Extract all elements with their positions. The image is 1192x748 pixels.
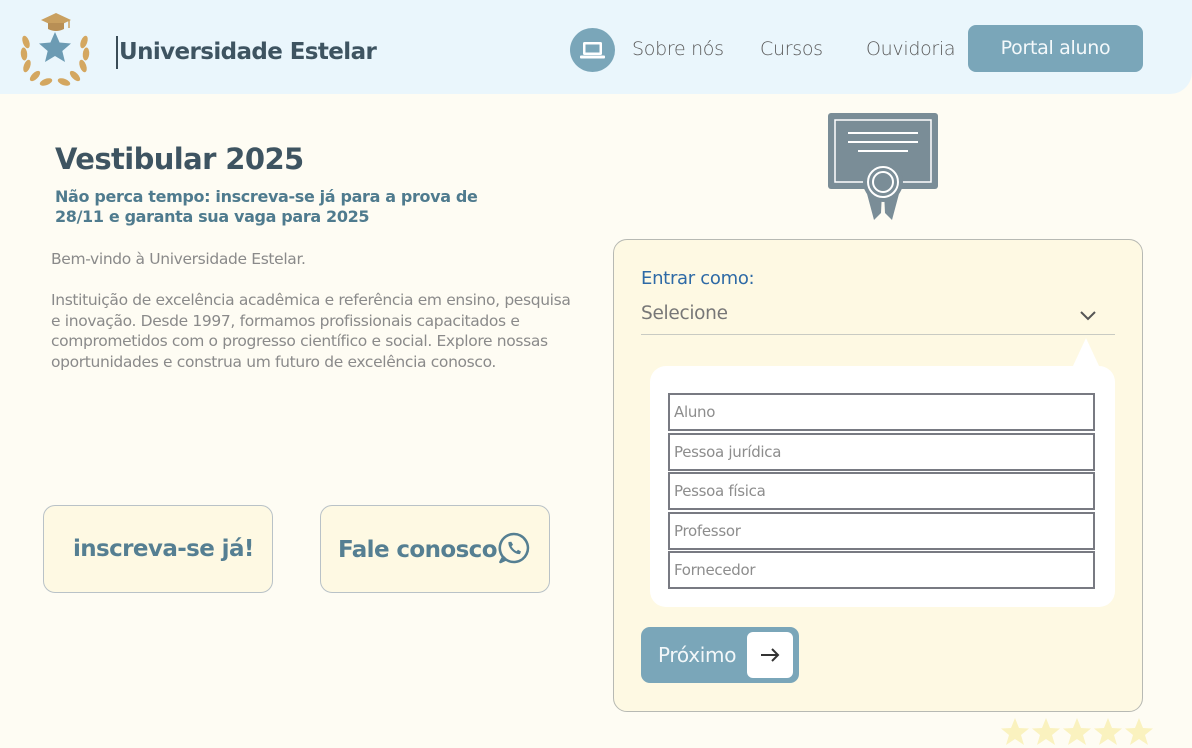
enroll-button[interactable]: inscreva-se já!: [43, 505, 273, 593]
role-option-pessoa-juridica[interactable]: Pessoa jurídica: [668, 433, 1095, 471]
star-icon: [1094, 718, 1122, 745]
star-icon: [1063, 718, 1091, 745]
description-text: Instituição de excelência acadêmica e re…: [51, 291, 571, 371]
star-icon: [1125, 718, 1153, 745]
role-option-aluno[interactable]: Aluno: [668, 393, 1095, 431]
laptop-icon-button[interactable]: [570, 28, 615, 72]
welcome-text: Bem-vindo à Universidade Estelar.: [51, 250, 306, 268]
page-title: Vestibular 2025: [55, 142, 304, 176]
whatsapp-icon: [498, 532, 530, 564]
certificate-icon: [828, 113, 938, 220]
role-option-pessoa-fisica[interactable]: Pessoa física: [668, 472, 1095, 510]
role-select-label: Entrar como:: [641, 268, 755, 289]
star-icon: [1032, 718, 1060, 745]
role-option-professor[interactable]: Professor: [668, 512, 1095, 550]
nav-link-cursos[interactable]: Cursos: [760, 38, 823, 60]
next-button[interactable]: Próximo: [641, 627, 799, 683]
role-select-value: Selecione: [641, 303, 728, 324]
brand-name[interactable]: Universidade Estelar: [116, 36, 377, 69]
next-button-label: Próximo: [658, 643, 737, 667]
page-subtitle: Não perca tempo: inscreva-se já para a p…: [55, 187, 478, 226]
star-icon: [1001, 718, 1029, 745]
nav-link-sobre-nos[interactable]: Sobre nós: [632, 38, 724, 60]
university-logo-icon: [20, 13, 90, 86]
dropdown-caret: [1072, 338, 1100, 368]
chevron-down-icon: [1080, 311, 1096, 321]
contact-button[interactable]: Fale conosco: [320, 505, 550, 593]
top-header: Universidade Estelar Sobre nós Cursos Ou…: [0, 0, 1192, 94]
nav-link-ouvidoria[interactable]: Ouvidoria: [866, 38, 956, 60]
next-arrow-box: [747, 632, 793, 678]
arrow-right-icon: [761, 648, 780, 662]
portal-aluno-button[interactable]: Portal aluno: [968, 25, 1143, 72]
role-select[interactable]: Selecione: [641, 297, 1115, 335]
rating-stars: [1000, 717, 1160, 748]
laptop-icon: [580, 42, 605, 59]
enroll-button-label: inscreva-se já!: [73, 536, 254, 562]
contact-button-label: Fale conosco: [338, 537, 498, 563]
role-option-fornecedor[interactable]: Fornecedor: [668, 551, 1095, 589]
